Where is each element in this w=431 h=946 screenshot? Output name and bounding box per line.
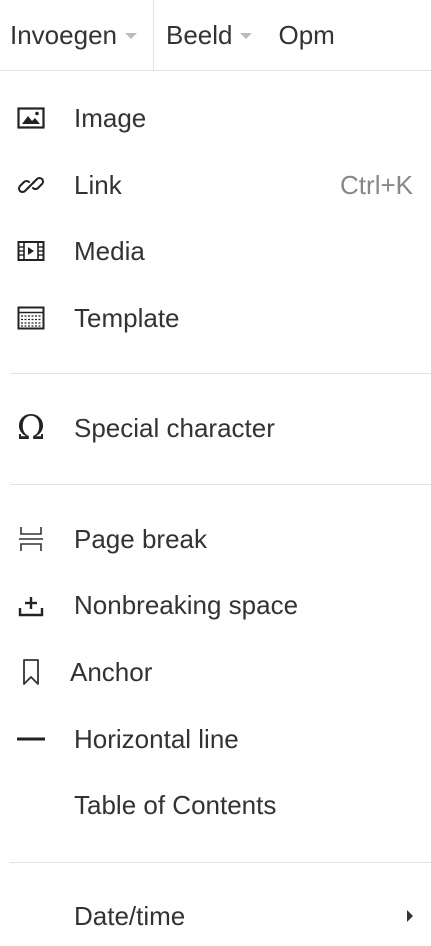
bookmark-icon — [16, 657, 46, 687]
menu-item-link[interactable]: Link Ctrl+K — [0, 155, 431, 215]
menu-item-label: Anchor — [70, 656, 153, 687]
menu-item-table-of-contents[interactable]: Table of Contents — [0, 775, 431, 835]
menu-item-media[interactable]: Media — [0, 221, 431, 281]
page-break-icon — [16, 524, 46, 554]
menu-divider — [10, 373, 431, 374]
menu-divider — [10, 862, 431, 863]
menu-item-label: Nonbreaking space — [74, 589, 299, 620]
omega-icon: Ω — [16, 408, 46, 448]
menu-item-special-character[interactable]: Ω Special character — [0, 398, 431, 458]
menu-item-nonbreaking-space[interactable]: Nonbreaking space — [0, 575, 431, 635]
chevron-down-icon — [124, 33, 137, 39]
menubar-view[interactable]: Beeld — [154, 0, 267, 70]
menu-item-label: Media — [74, 235, 145, 266]
menu-divider — [10, 484, 431, 485]
horizontal-line-icon — [16, 724, 46, 754]
menu-item-anchor[interactable]: Anchor — [0, 642, 431, 702]
menu-item-date-time[interactable]: Date/time — [0, 886, 431, 946]
menubar-insert-label: Invoegen — [10, 19, 117, 50]
menu-item-image[interactable]: Image — [0, 88, 431, 148]
link-icon — [16, 170, 46, 200]
shortcut-label: Ctrl+K — [340, 169, 413, 200]
menubar-view-label: Beeld — [165, 19, 233, 50]
chevron-down-icon — [240, 33, 253, 39]
chevron-right-icon — [407, 910, 413, 922]
menu-item-label: Date/time — [74, 900, 186, 931]
menu-item-label: Template — [74, 302, 180, 333]
menubar: Invoegen Beeld Opm — [0, 0, 431, 71]
nonbreaking-space-icon — [16, 590, 46, 620]
menubar-insert[interactable]: Invoegen — [0, 0, 154, 70]
menu-item-label: Table of Contents — [74, 789, 277, 820]
menubar-format[interactable]: Opm — [266, 0, 348, 70]
menu-item-page-break[interactable]: Page break — [0, 509, 431, 569]
image-icon — [16, 103, 46, 133]
menu-item-label: Special character — [74, 412, 275, 443]
menu-item-label: Horizontal line — [74, 723, 239, 754]
template-icon — [16, 303, 46, 333]
menu-item-label: Page break — [74, 523, 207, 554]
media-icon — [16, 236, 46, 266]
menu-item-label: Link — [74, 169, 122, 200]
menu-item-horizontal-line[interactable]: Horizontal line — [0, 709, 431, 769]
menu-item-template[interactable]: Template — [0, 288, 431, 348]
menu-item-label: Image — [74, 102, 147, 133]
menubar-format-label: Opm — [278, 19, 335, 50]
